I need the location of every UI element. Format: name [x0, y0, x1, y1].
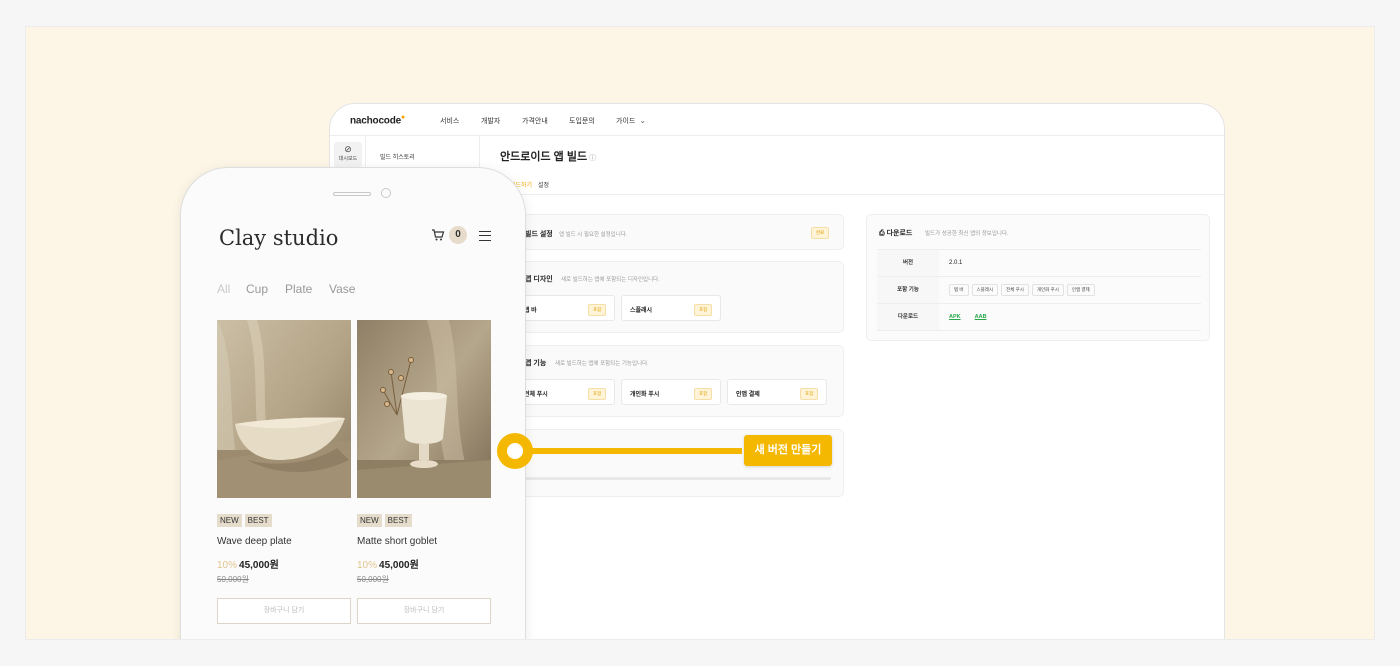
chip-label: 인앱 결제 [736, 392, 760, 398]
nav-inquiry[interactable]: 도입문의 [569, 116, 595, 126]
build-settings-desc: 앱 빌드 시 필요한 설정입니다. [559, 232, 628, 238]
chip-label: 개인화 푸시 [630, 392, 660, 398]
app-features-desc: 새로 빌드하는 앱에 포함되는 기능입니다. [555, 361, 649, 367]
tab-settings[interactable]: 설정 [538, 180, 549, 189]
create-new-version-button[interactable]: 새 버전 만들기 [744, 435, 832, 466]
download-panel: ⎙ 다운로드 빌드가 성공한 최신 앱의 정보입니다. 버전 2.0.1 포함 기… [866, 214, 1210, 341]
chevron-down-icon: ⌄ [639, 116, 647, 125]
rail-dashboard-label: 대시보드 [338, 156, 358, 162]
app-design-title: 앱 디자인 [525, 276, 553, 283]
include-tag: 포함 [694, 304, 713, 316]
original-price: 50,000원 [357, 575, 389, 584]
nav-services[interactable]: 서비스 [440, 116, 459, 126]
showcase-frame: nachocode● 서비스 개발자 가격안내 도입문의 가이드 ⌄ ⊘ 대시보드… [25, 26, 1375, 640]
chip-label: 스플래시 [630, 308, 653, 314]
table-row: 포함 기능 탭 바 스플래시 전체 푸시 개인화 푸시 인앱 결제 [877, 277, 1201, 304]
best-badge: BEST [244, 514, 272, 527]
info-icon[interactable]: ⓘ [589, 155, 596, 162]
discount-rate: 10% [357, 560, 378, 571]
add-to-cart-button[interactable]: 장바구니 담기 [217, 598, 351, 624]
hamburger-menu-icon[interactable] [479, 231, 491, 241]
product-card[interactable]: NEW BEST Matte short goblet 10% 45,000원 50… [357, 320, 491, 624]
compass-icon: ⊘ [344, 144, 352, 154]
design-chip-splash[interactable]: 스플래시 포함 [621, 295, 721, 321]
feature-tag: 스플래시 [971, 284, 999, 296]
row-key: 다운로드 [877, 304, 939, 330]
product-image-bowl[interactable] [217, 320, 351, 498]
download-table: 버전 2.0.1 포함 기능 탭 바 스플래시 전체 푸시 개인화 푸시 인앱 결제 다… [877, 249, 1201, 331]
discount-rate: 10% [217, 560, 238, 571]
new-badge: NEW [217, 514, 242, 527]
category-all[interactable]: All [217, 282, 230, 296]
app-design-panel: 앱 디자인 새로 빌드하는 앱에 포함되는 디자인입니다. 탭 바 포함 스플래… [510, 261, 844, 333]
top-nav: nachocode● 서비스 개발자 가격안내 도입문의 가이드 ⌄ [330, 104, 1224, 136]
product-name[interactable]: Wave deep plate [217, 536, 351, 547]
nav-developer[interactable]: 개발자 [481, 116, 500, 126]
add-to-cart-button[interactable]: 장바구니 담기 [357, 598, 491, 624]
cart-count-badge: 0 [449, 226, 467, 244]
nav-guide[interactable]: 가이드 ⌄ [616, 116, 646, 126]
callout-connector [526, 448, 742, 454]
feature-chip-push-personal[interactable]: 개인화 푸시 포함 [621, 379, 721, 405]
design-chip-tabbar[interactable]: 탭 바 포함 [515, 295, 615, 321]
download-icon: ⎙ [879, 230, 885, 237]
feature-tag: 탭 바 [949, 284, 969, 296]
product-image-goblet[interactable] [357, 320, 491, 498]
download-links: APK AAB [949, 314, 1001, 320]
cart-icon[interactable] [431, 228, 445, 242]
feature-tag: 개인화 푸시 [1031, 284, 1064, 296]
original-price: 50,000원 [217, 575, 249, 584]
app-design-desc: 새로 빌드하는 앱에 포함되는 디자인입니다. [561, 277, 660, 283]
row-key: 버전 [877, 250, 939, 276]
page-title: 안드로이드 앱 빌드 ⓘ [500, 151, 597, 163]
feature-chip-push-all[interactable]: 전체 푸시 포함 [515, 379, 615, 405]
feature-tag: 인앱 결제 [1066, 284, 1095, 296]
best-badge: BEST [384, 514, 412, 527]
app-features-panel: 앱 기능 새로 빌드하는 앱에 포함되는 기능입니다. 전체 푸시 포함 개인화… [510, 345, 844, 417]
row-key: 포함 기능 [877, 277, 939, 303]
price-line: 10% 45,000원 [357, 556, 491, 571]
apk-download-link[interactable]: APK [949, 314, 961, 320]
product-name[interactable]: Matte short goblet [357, 536, 491, 547]
camera-dot [381, 188, 391, 198]
chip-label: 전체 푸시 [524, 392, 548, 398]
product-badges: NEW BEST [357, 510, 491, 527]
progress-track [521, 477, 831, 480]
version-value: 2.0.1 [949, 260, 963, 266]
aab-download-link[interactable]: AAB [975, 314, 987, 320]
app-features-title: 앱 기능 [525, 360, 547, 367]
category-vase[interactable]: Vase [329, 282, 355, 296]
price-line: 10% 45,000원 [217, 556, 351, 571]
table-row: 다운로드 APK AAB [877, 304, 1201, 331]
feature-chip-inapp-payment[interactable]: 인앱 결제 포함 [727, 379, 827, 405]
build-settings-title: 빌드 설정 [525, 231, 553, 238]
product-card[interactable]: NEW BEST Wave deep plate 10% 45,000원 50,00… [217, 320, 351, 624]
download-desc: 빌드가 성공한 최신 앱의 정보입니다. [925, 231, 1009, 237]
include-tag: 포함 [694, 388, 713, 400]
tab-bar: 빌드하기 설정 [480, 176, 1224, 195]
new-badge: NEW [357, 514, 382, 527]
store-title: Clay studio [219, 226, 339, 250]
download-title: ⎙ 다운로드 [879, 230, 913, 237]
sale-price: 45,000원 [239, 560, 279, 571]
build-settings-panel: 빌드 설정 앱 빌드 시 필요한 설정입니다. 완료 [510, 214, 844, 250]
category-cup[interactable]: Cup [246, 282, 268, 296]
feature-tag: 전체 푸시 [1001, 284, 1029, 296]
sale-price: 45,000원 [379, 560, 419, 571]
include-tag: 포함 [588, 388, 607, 400]
callout-anchor [497, 433, 533, 469]
speaker-grille [333, 192, 371, 196]
category-plate[interactable]: Plate [285, 282, 312, 296]
rail-dashboard[interactable]: ⊘ 대시보드 [334, 142, 362, 168]
sidebar-item-build-history[interactable]: 빌드 히스토리 [380, 152, 415, 161]
feature-list: 탭 바 스플래시 전체 푸시 개인화 푸시 인앱 결제 [949, 284, 1098, 296]
include-tag: 포함 [588, 304, 607, 316]
status-badge: 완료 [811, 227, 830, 239]
nav-pricing[interactable]: 가격안내 [522, 116, 548, 126]
table-row: 버전 2.0.1 [877, 250, 1201, 277]
product-badges: NEW BEST [217, 510, 351, 527]
brand-logo[interactable]: nachocode● [350, 114, 405, 126]
phone-mockup: Clay studio 0 All Cup Plate Vase NEW BES… [180, 167, 526, 639]
include-tag: 포함 [800, 388, 819, 400]
